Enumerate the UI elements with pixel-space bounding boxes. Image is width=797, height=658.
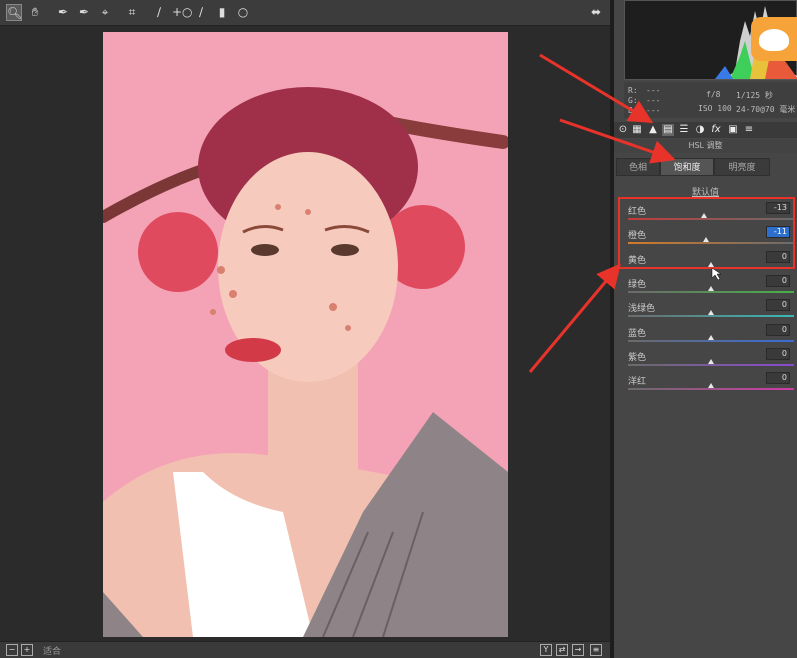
r-label: R:: [628, 86, 638, 95]
b-value: ---: [646, 106, 661, 115]
slider-row: 浅绿色 0: [628, 299, 794, 325]
split-toning-icon[interactable]: ☰: [678, 124, 690, 136]
before-after-icon[interactable]: Y: [540, 644, 552, 656]
slider-label: 紫色: [628, 352, 647, 363]
crop-icon[interactable]: ⌗: [124, 4, 140, 21]
slider-track[interactable]: [628, 290, 794, 293]
slider-thumb[interactable]: [708, 285, 714, 291]
slider-row: 蓝色 0: [628, 323, 794, 350]
radial-icon[interactable]: ○: [235, 4, 251, 21]
g-value: ---: [646, 96, 661, 105]
slider-row: 洋红 0: [628, 372, 794, 398]
slider-value[interactable]: 0: [766, 299, 790, 312]
aperture: f/8: [706, 90, 721, 99]
target-adjust-icon[interactable]: ⌖: [97, 4, 113, 21]
status-bar: − + 适合 Y ⇄ → ≡: [0, 641, 612, 658]
red-eye-icon[interactable]: +○: [172, 4, 193, 21]
slider-value[interactable]: 0: [766, 274, 790, 287]
b-label: B:: [628, 106, 638, 115]
slider-value[interactable]: 0: [766, 372, 790, 385]
color-sampler-icon[interactable]: ✒: [76, 4, 92, 21]
slider-thumb[interactable]: [708, 383, 714, 389]
camera-info: R: --- G: --- B: --- f/8 1/125 秒 ISO 100…: [624, 82, 797, 118]
tab-luminance[interactable]: 明亮度: [714, 158, 770, 176]
eyedropper-icon[interactable]: ✒: [55, 4, 71, 21]
hand-icon[interactable]: ✋︎: [27, 4, 43, 21]
slider-value[interactable]: 0: [766, 323, 790, 336]
tone-curve-icon[interactable]: ▦: [631, 124, 643, 136]
preview-photo: [103, 32, 508, 637]
zoom-in-icon[interactable]: +: [21, 644, 33, 656]
zoom-icon[interactable]: 🔍︎: [6, 4, 22, 21]
camera-calibration-icon[interactable]: ▣: [727, 124, 739, 136]
toggle-icon[interactable]: ≡: [590, 644, 602, 656]
lens-icon[interactable]: ◑: [694, 124, 706, 136]
slider-track[interactable]: [628, 339, 794, 342]
slider-value[interactable]: 0: [766, 347, 790, 360]
tab-hue[interactable]: 色相: [616, 158, 660, 176]
swap-icon[interactable]: ⇄: [556, 644, 568, 656]
slider-track[interactable]: [628, 363, 794, 366]
slider-label: 浅绿色: [628, 304, 656, 315]
tab-saturation[interactable]: 饱和度: [660, 158, 714, 176]
zoom-level[interactable]: 适合: [43, 644, 61, 657]
straighten-icon[interactable]: ∕: [151, 4, 167, 21]
fx-icon[interactable]: fx: [710, 124, 722, 136]
lens-focal: 24-70@70 毫米: [736, 105, 796, 114]
slider-track[interactable]: [628, 315, 794, 318]
slider-row: 紫色 0: [628, 347, 794, 374]
zoom-out-icon[interactable]: −: [6, 644, 18, 656]
presets-icon[interactable]: ≡: [743, 124, 755, 136]
copy-settings-icon[interactable]: →: [572, 644, 584, 656]
panel-title: HSL 调整: [614, 139, 797, 153]
slider-row: 绿色 0: [628, 274, 794, 301]
shutter-speed: 1/125 秒: [736, 91, 773, 100]
slider-thumb[interactable]: [708, 358, 714, 364]
panel-icon-row: ⊙ ▦ ▲ ▤ ☰ ◑ fx ▣ ≡: [614, 122, 797, 138]
r-value: ---: [646, 86, 661, 95]
toolbar: 🔍︎ ✋︎ ✒ ✒ ⌖ ⌗ ∕ +○ ∕ ▮ ○ ⬌: [0, 0, 612, 26]
g-label: G:: [628, 96, 638, 105]
slider-thumb[interactable]: [708, 334, 714, 340]
basic-icon[interactable]: ⊙: [617, 124, 629, 136]
export-icon[interactable]: ⬌: [588, 4, 604, 21]
histogram: [624, 0, 797, 80]
detail-icon[interactable]: ▲: [647, 124, 659, 136]
slider-track[interactable]: [628, 388, 794, 391]
gradient-icon[interactable]: ▮: [214, 4, 230, 21]
slider-label: 蓝色: [628, 328, 647, 339]
slider-thumb[interactable]: [708, 310, 714, 316]
slider-label: 洋红: [628, 377, 647, 388]
logo-watermark: [751, 17, 797, 61]
iso: ISO 100: [698, 104, 732, 113]
hsl-icon[interactable]: ▤: [662, 124, 674, 136]
annotation-box: [618, 197, 795, 269]
slider-label: 绿色: [628, 279, 647, 290]
brush-icon[interactable]: ∕: [193, 4, 209, 21]
